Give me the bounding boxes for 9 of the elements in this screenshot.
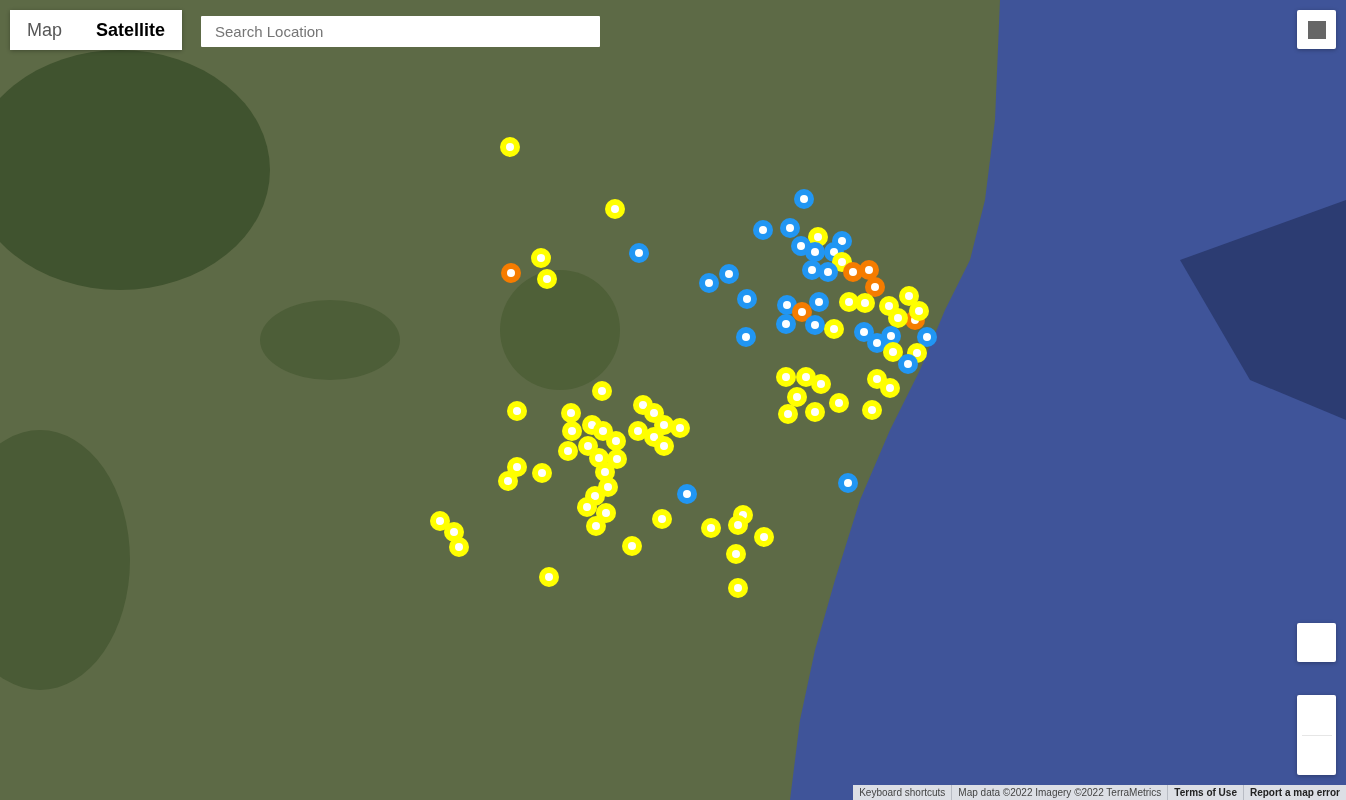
attribution-link[interactable]: Report a map error (1242, 785, 1346, 800)
map-data-text: Map data ©2022 Imagery ©2022 TerraMetrics (951, 785, 1168, 800)
search-field[interactable]: Search Location (201, 16, 600, 47)
map-type-tab[interactable]: Satellite (79, 10, 183, 50)
attribution-link[interactable]: Keyboard shortcuts (853, 785, 952, 800)
attribution-link[interactable]: Terms of Use (1167, 785, 1243, 800)
map-control-button[interactable] (1297, 10, 1336, 49)
map-type-tab[interactable]: Map (10, 10, 79, 50)
square-icon (1307, 20, 1326, 39)
